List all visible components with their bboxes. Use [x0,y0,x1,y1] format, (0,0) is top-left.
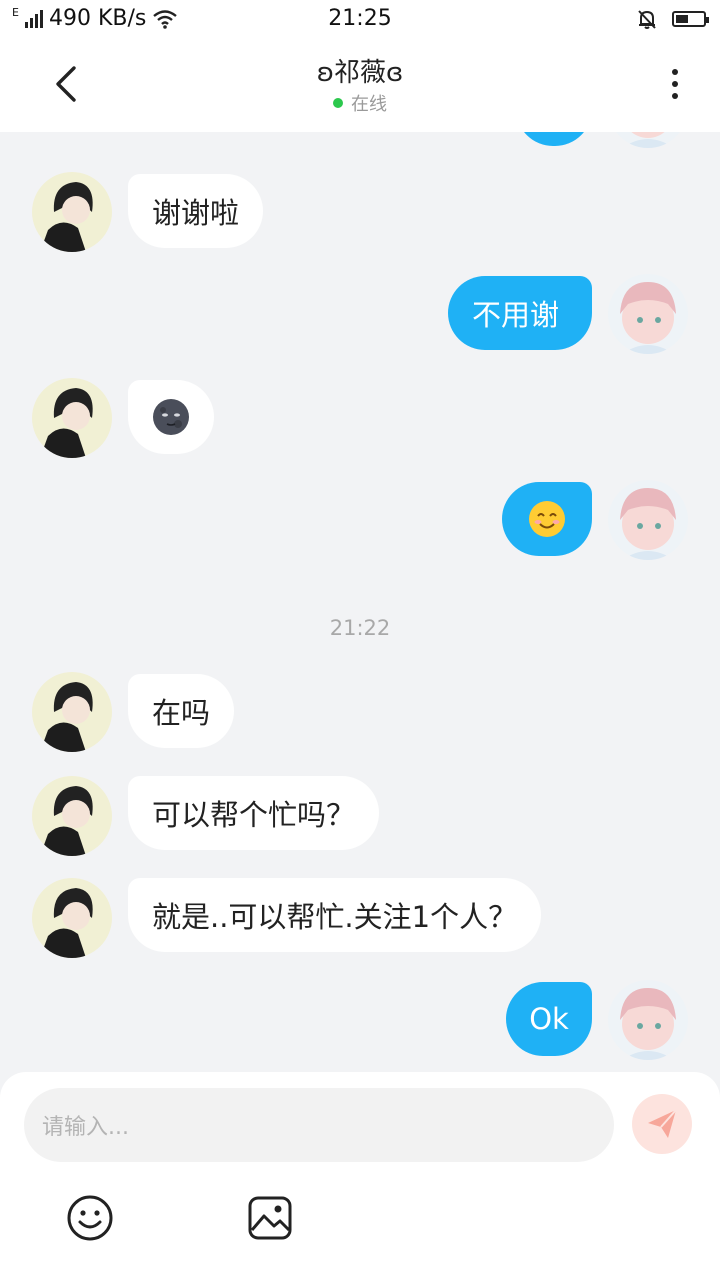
my-avatar[interactable] [608,274,688,354]
new-moon-face-icon [153,399,189,435]
emoji-button[interactable] [66,1194,114,1242]
contact-avatar[interactable] [32,172,112,252]
message-bubble[interactable]: Ok [506,982,592,1056]
message-bubble[interactable]: 谢谢啦 [128,174,264,248]
send-icon [648,1109,677,1138]
contact-avatar[interactable] [32,378,112,458]
more-vertical-icon [672,69,678,75]
bell-muted-icon [638,10,656,29]
online-status-label: 在线 [351,94,387,115]
status-time: 21:25 [328,6,392,31]
composer: 请输入... [0,1072,720,1280]
battery-icon [672,11,709,27]
message-bubble[interactable]: 在吗 [128,674,235,748]
message-bubble[interactable] [516,132,592,146]
contact-avatar[interactable] [32,878,112,958]
message-bubble[interactable]: 🌚 [128,380,214,454]
more-menu-button[interactable] [660,66,690,106]
image-button[interactable] [246,1194,294,1242]
online-status: 在线 [0,90,720,116]
my-avatar[interactable] [608,480,688,560]
message-bubble[interactable]: 就是..可以帮忙.关注1个人？ [128,878,542,952]
message-bubble[interactable]: 😊 [502,482,592,556]
chat-header: ʚ祁薇ɞ 在线 [0,38,720,132]
status-bar: E 490 KB/s 21:25 [0,0,720,38]
message-input-placeholder: 请输入... [42,1115,129,1140]
image-icon [248,1196,292,1240]
message-input[interactable]: 请输入... [24,1088,614,1162]
online-dot-icon [333,98,343,108]
contact-avatar[interactable] [32,776,112,856]
status-right [636,8,709,30]
contact-avatar[interactable] [32,672,112,752]
message-bubble[interactable]: 可以帮个忙吗？ [128,776,380,850]
my-avatar[interactable] [608,980,688,1060]
message-bubble[interactable]: 不用谢 [448,276,592,350]
send-button[interactable] [632,1094,692,1154]
smiling-face-icon [529,501,565,537]
my-avatar[interactable] [608,132,688,148]
contact-name: ʚ祁薇ɞ [316,58,404,88]
emoji-icon [67,1195,113,1241]
message-timestamp: 21:22 [329,616,391,640]
chat-messages[interactable]: 谢谢啦 不用谢 🌚 [0,132,720,1072]
